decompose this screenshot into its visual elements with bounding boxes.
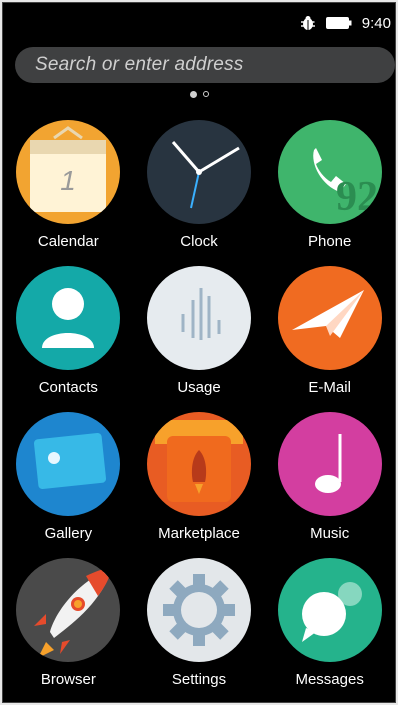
status-bar: 9:40 [3,3,395,43]
usage-icon[interactable] [146,266,251,370]
status-time: 9:40 [361,14,391,32]
app-usage[interactable]: Usage [134,266,265,402]
clock-icon[interactable] [146,120,251,224]
app-messages[interactable]: Messages [264,558,395,694]
calendar-icon[interactable]: 1 [16,120,121,224]
bug-icon [300,15,316,31]
messages-icon[interactable] [277,558,382,662]
gallery-icon[interactable] [16,412,121,516]
app-label: Browser [40,671,96,688]
browser-icon[interactable] [16,558,121,662]
music-icon[interactable] [277,412,382,516]
app-label: Clock [180,233,218,250]
app-marketplace[interactable]: Marketplace [134,412,265,548]
app-label: Gallery [44,525,93,542]
phone-screen: 9:40 Search or enter address 1 Calendar [2,2,396,703]
app-label: Usage [177,379,221,396]
app-browser[interactable]: Browser [3,558,134,694]
app-gallery[interactable]: Gallery [3,412,134,548]
app-contacts[interactable]: Contacts [3,266,134,402]
app-clock[interactable]: Clock [134,120,265,256]
page-dot-active[interactable] [189,90,197,98]
calendar-day: 1 [61,165,77,196]
app-label: Calendar [37,233,99,250]
marketplace-icon[interactable] [146,412,251,516]
search-input[interactable]: Search or enter address [35,54,243,76]
search-bar[interactable]: Search or enter address [15,47,395,83]
app-grid: 1 Calendar Clock 92 Phone Contacts Usage… [3,120,395,694]
app-phone[interactable]: 92 Phone [264,120,395,256]
app-label: Marketplace [158,525,240,542]
svg-text:92: 92 [336,174,378,220]
app-email[interactable]: E-Mail [264,266,395,402]
app-label: Messages [295,671,364,688]
page-indicator [3,88,395,100]
contacts-icon[interactable] [16,266,121,370]
app-label: E-Mail [308,379,351,396]
battery-icon [325,17,352,29]
app-label: Contacts [38,379,98,396]
app-settings[interactable]: Settings [134,558,265,694]
page-dot[interactable] [202,91,209,97]
app-label: Phone [307,233,352,250]
app-calendar[interactable]: 1 Calendar [3,120,134,256]
app-label: Music [310,525,350,542]
app-music[interactable]: Music [264,412,395,548]
app-label: Settings [171,671,227,688]
phone-icon[interactable]: 92 [277,120,382,224]
email-icon[interactable] [277,266,382,370]
settings-icon[interactable] [146,558,251,662]
